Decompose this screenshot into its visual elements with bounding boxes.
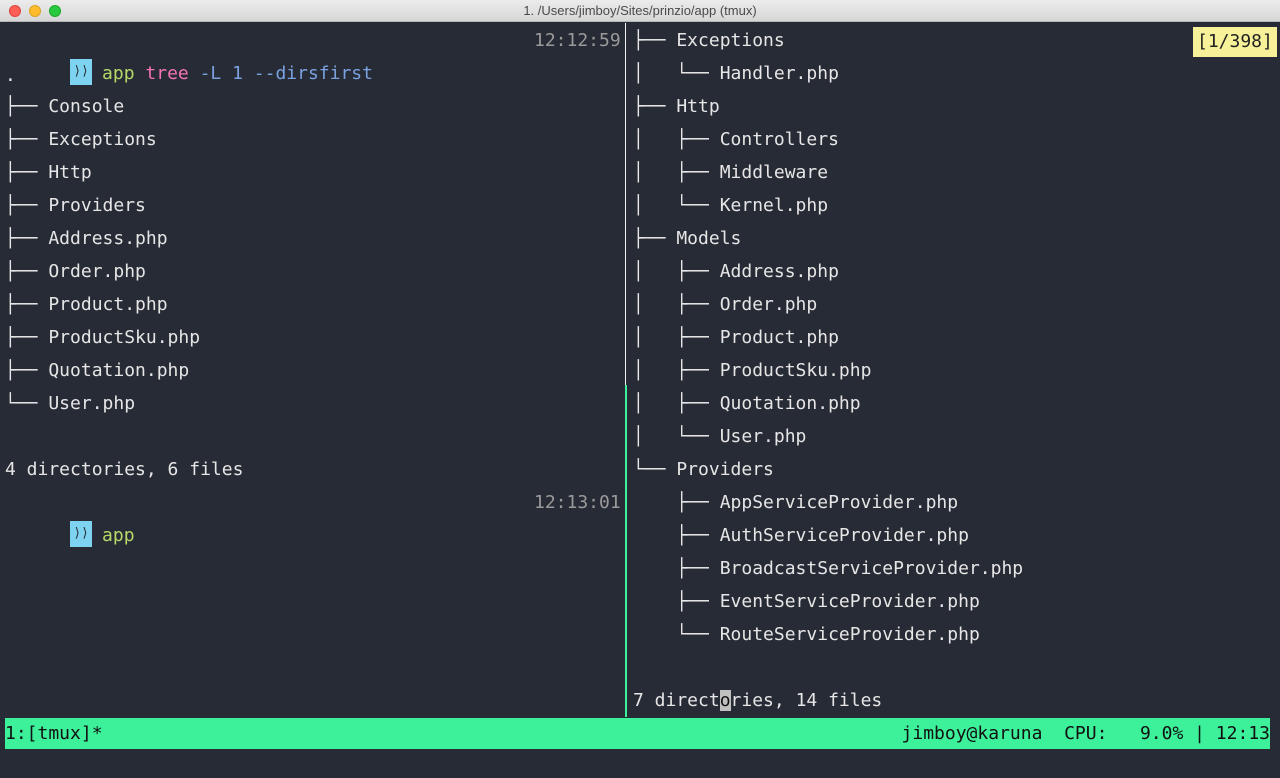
tree-entry: ├── Address.php	[5, 228, 168, 249]
tree-entry: │ └── User.php	[633, 426, 807, 447]
tmux-status-bar: 1:[tmux]* jimboy@karuna CPU: 9.0% | 12:1…	[5, 718, 1270, 749]
tree-entry: ├── AuthServiceProvider.php	[633, 525, 969, 546]
window-titlebar: 1. /Users/jimboy/Sites/prinzio/app (tmux…	[0, 0, 1280, 22]
window-title: 1. /Users/jimboy/Sites/prinzio/app (tmux…	[523, 3, 757, 18]
prompt-dir: app	[102, 525, 135, 546]
tree-entry: ├── Providers	[5, 195, 146, 216]
tree-entry: │ ├── Controllers	[633, 129, 839, 150]
tree-entry: └── RouteServiceProvider.php	[633, 624, 980, 645]
prompt-line-1: ⟩⟩ app tree -L 1 --dirsfirst	[5, 24, 373, 85]
tree-entry: ├── Http	[633, 96, 720, 117]
prompt-time-1: 12:12:59	[534, 30, 621, 51]
terminal[interactable]: ⟩⟩ app tree -L 1 --dirsfirst 12:12:59 . ├…	[0, 23, 1280, 778]
summary-text-a: 7 direct	[633, 690, 720, 711]
left-summary: 4 directories, 6 files	[5, 459, 244, 480]
tree-entry: ├── Exceptions	[5, 129, 157, 150]
tree-entry: ├── Quotation.php	[5, 360, 190, 381]
tree-entry: │ ├── Product.php	[633, 327, 839, 348]
tree-entry: │ ├── Address.php	[633, 261, 839, 282]
active-pane-divider[interactable]	[625, 385, 627, 717]
tree-entry: ├── Console	[5, 96, 125, 117]
tree-entry: ├── ProductSku.php	[5, 327, 201, 348]
tree-entry: ├── Order.php	[5, 261, 146, 282]
tree-entry: │ ├── Quotation.php	[633, 393, 861, 414]
tree-entry: ├── Product.php	[5, 294, 168, 315]
tree-entry: │ └── Kernel.php	[633, 195, 829, 216]
tmux-status-right: jimboy@karuna CPU: 9.0% | 12:13	[901, 723, 1270, 744]
prompt-time-2: 12:13:01	[534, 492, 621, 513]
tree-entry: │ └── Handler.php	[633, 63, 839, 84]
scroll-position-badge: [1/398]	[1193, 27, 1277, 57]
tree-entry: ├── Exceptions	[633, 30, 785, 51]
terminal-cursor: o	[719, 690, 731, 711]
tree-root: .	[5, 65, 16, 86]
tree-entry: ├── BroadcastServiceProvider.php	[633, 558, 1024, 579]
tree-entry: ├── EventServiceProvider.php	[633, 591, 980, 612]
tree-entry: │ ├── Middleware	[633, 162, 829, 183]
prompt-dir: app	[102, 63, 135, 84]
summary-text-b: ries, 14 files	[730, 690, 883, 711]
tree-entry: ├── AppServiceProvider.php	[633, 492, 959, 513]
command-name: tree	[145, 63, 189, 84]
prompt-icon: ⟩⟩	[70, 521, 93, 547]
tree-entry: ├── Http	[5, 162, 92, 183]
prompt-line-2[interactable]: ⟩⟩ app	[5, 486, 135, 547]
command-args: -L 1 --dirsfirst	[199, 63, 373, 84]
tree-entry: └── User.php	[5, 393, 136, 414]
tree-entry: │ ├── Order.php	[633, 294, 818, 315]
prompt-icon: ⟩⟩	[70, 59, 93, 85]
tree-entry: ├── Models	[633, 228, 742, 249]
tmux-window-list[interactable]: 1:[tmux]*	[5, 718, 103, 749]
tree-entry: └── Providers	[633, 459, 774, 480]
tree-entry: │ ├── ProductSku.php	[633, 360, 872, 381]
right-summary: 7 directories, 14 files	[633, 684, 882, 717]
